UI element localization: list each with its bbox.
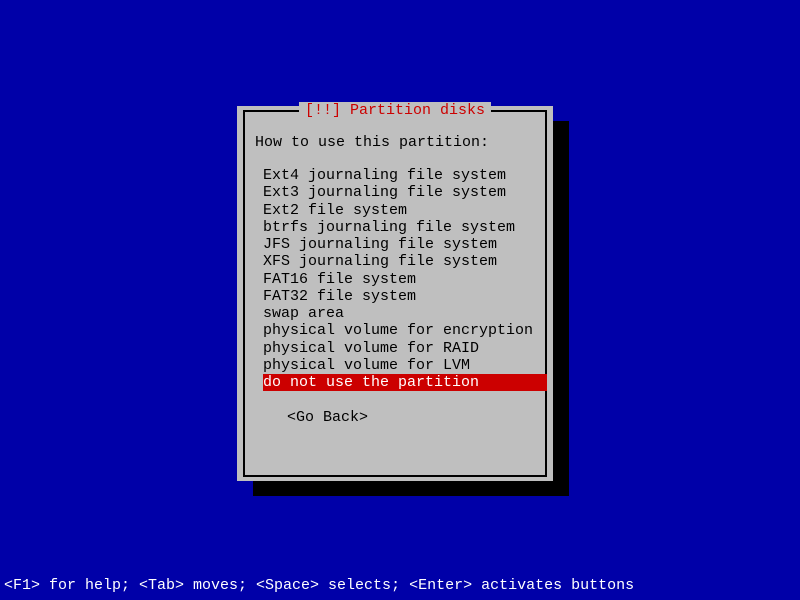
option-item[interactable]: physical volume for LVM [263,357,535,374]
option-item[interactable]: do not use the partition [263,374,547,391]
dialog-prompt: How to use this partition: [255,134,535,151]
go-back-button[interactable]: <Go Back> [287,409,368,426]
partition-dialog: [!!] Partition disks How to use this par… [237,106,553,481]
option-item[interactable]: XFS journaling file system [263,253,535,270]
option-item[interactable]: swap area [263,305,535,322]
option-item[interactable]: JFS journaling file system [263,236,535,253]
option-item[interactable]: physical volume for RAID [263,340,535,357]
help-bar: <F1> for help; <Tab> moves; <Space> sele… [4,577,634,594]
option-item[interactable]: Ext3 journaling file system [263,184,535,201]
option-item[interactable]: Ext4 journaling file system [263,167,535,184]
option-item[interactable]: FAT32 file system [263,288,535,305]
option-item[interactable]: physical volume for encryption [263,322,535,339]
option-item[interactable]: Ext2 file system [263,202,535,219]
option-item[interactable]: btrfs journaling file system [263,219,535,236]
dialog-title: [!!] Partition disks [299,102,491,119]
option-item[interactable]: FAT16 file system [263,271,535,288]
dialog-inner: [!!] Partition disks How to use this par… [243,110,547,477]
option-list: Ext4 journaling file systemExt3 journali… [263,167,535,391]
